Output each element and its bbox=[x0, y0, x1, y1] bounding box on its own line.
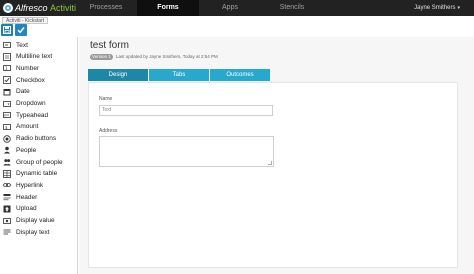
address-field-label: Address bbox=[99, 128, 118, 134]
palette-item-display-value[interactable]: Display value bbox=[3, 216, 55, 226]
address-textarea[interactable] bbox=[99, 136, 274, 167]
palette-item-dropdown[interactable]: Dropdown bbox=[3, 99, 46, 109]
palette-item-header[interactable]: Header bbox=[3, 192, 37, 202]
palette-item-hyperlink[interactable]: Hyperlink bbox=[3, 180, 43, 190]
save-button[interactable] bbox=[1, 24, 13, 36]
palette-item-date[interactable]: Date bbox=[3, 87, 30, 97]
resize-handle-icon[interactable] bbox=[268, 161, 272, 165]
app-logo[interactable]: Alfresco Activiti bbox=[3, 2, 76, 14]
table-icon bbox=[3, 169, 11, 178]
svg-text:$: $ bbox=[5, 125, 8, 130]
palette-item-label: Display text bbox=[16, 228, 50, 236]
palette-item-label: Header bbox=[16, 193, 38, 201]
palette-item-label: Display value bbox=[16, 217, 55, 224]
palette-item-display-text[interactable]: Display text bbox=[3, 227, 50, 237]
palette-item-label: Checkbox bbox=[16, 76, 45, 84]
nav-stencils[interactable]: Stencils bbox=[261, 0, 323, 16]
tab-tabs[interactable]: Tabs bbox=[149, 69, 209, 81]
group-icon bbox=[3, 158, 11, 166]
name-field-label: Name bbox=[99, 96, 113, 102]
palette-item-label: Upload bbox=[16, 205, 37, 213]
palette-item-label: Amount bbox=[16, 123, 39, 131]
editor-toolbar: Activiti - Kickstart bbox=[0, 16, 474, 37]
palette-item-amount[interactable]: $ Amount bbox=[3, 122, 38, 132]
palette-item-checkbox[interactable]: Checkbox bbox=[3, 75, 45, 85]
palette-item-label: Radio buttons bbox=[16, 135, 57, 143]
palette-sidebar: Text Multiline text 1 Number Checkbox Date Dro… bbox=[0, 37, 78, 274]
palette-item-typeahead[interactable]: Typeahead bbox=[3, 110, 48, 120]
validate-button[interactable] bbox=[15, 24, 27, 36]
nav-apps[interactable]: Apps bbox=[199, 0, 261, 16]
nav-processes[interactable]: Processes bbox=[75, 0, 137, 16]
main-nav: Processes Forms Apps Stencils bbox=[75, 0, 323, 16]
page-title: test form bbox=[90, 40, 129, 51]
display-text-icon bbox=[3, 228, 11, 236]
save-icon bbox=[3, 26, 11, 34]
tab-design[interactable]: Design bbox=[88, 69, 148, 81]
link-icon bbox=[3, 181, 11, 189]
radio-icon bbox=[3, 134, 11, 143]
dropdown-icon bbox=[3, 100, 11, 108]
nav-forms[interactable]: Forms bbox=[137, 0, 199, 16]
person-icon bbox=[3, 146, 11, 154]
logo-icon bbox=[3, 3, 13, 13]
palette-item-group-of-people[interactable]: Group of people bbox=[3, 157, 63, 167]
amount-icon: $ bbox=[3, 123, 11, 131]
display-value-icon bbox=[3, 217, 11, 225]
checkbox-icon bbox=[3, 76, 11, 84]
number-icon: 1 bbox=[3, 64, 11, 72]
palette-item-label: Dropdown bbox=[16, 100, 46, 107]
editor-tabs: Design Tabs Outcomes bbox=[88, 69, 271, 81]
breadcrumb[interactable]: Activiti - Kickstart bbox=[2, 17, 49, 24]
logo-text: Alfresco Activiti bbox=[15, 3, 77, 13]
text-field-icon bbox=[3, 41, 11, 49]
upload-icon bbox=[3, 205, 11, 213]
top-navigation-bar: Alfresco Activiti Processes Forms Apps S… bbox=[0, 0, 474, 16]
palette-item-label: People bbox=[16, 146, 37, 154]
last-updated-text: Last updated by Jayne Smithers, Today at… bbox=[116, 54, 218, 59]
check-icon bbox=[17, 27, 25, 34]
name-text-field[interactable]: Text bbox=[99, 105, 273, 116]
palette-item-multiline-text[interactable]: Multiline text bbox=[3, 52, 52, 62]
form-canvas[interactable]: Name Text Address bbox=[88, 82, 458, 268]
palette-item-label: Number bbox=[16, 64, 40, 72]
palette-item-label: Typeahead bbox=[16, 111, 49, 119]
svg-text:1: 1 bbox=[5, 66, 8, 71]
palette-item-text[interactable]: Text bbox=[3, 40, 28, 50]
palette-item-label: Text bbox=[16, 41, 28, 49]
palette-item-number[interactable]: 1 Number bbox=[3, 63, 39, 73]
form-editor: test form Version 1 Last updated by Jayn… bbox=[79, 37, 474, 274]
version-badge: Version 1 bbox=[90, 54, 113, 60]
user-name: Jayne Smithers bbox=[414, 5, 456, 11]
chevron-down-icon: ▾ bbox=[457, 5, 460, 11]
palette-item-radio-buttons[interactable]: Radio buttons bbox=[3, 134, 56, 144]
palette-item-label: Hyperlink bbox=[16, 181, 44, 189]
tab-outcomes[interactable]: Outcomes bbox=[210, 69, 270, 81]
palette-item-label: Group of people bbox=[16, 158, 63, 166]
header-icon bbox=[3, 193, 11, 201]
palette-item-upload[interactable]: Upload bbox=[3, 204, 37, 214]
palette-item-label: Multiline text bbox=[16, 53, 53, 61]
palette-item-people[interactable]: People bbox=[3, 145, 36, 155]
palette-item-dynamic-table[interactable]: Dynamic table bbox=[3, 169, 57, 179]
typeahead-icon bbox=[3, 111, 11, 119]
palette-item-label: Date bbox=[16, 88, 30, 96]
user-menu[interactable]: Jayne Smithers ▾ bbox=[414, 0, 460, 16]
palette-item-label: Dynamic table bbox=[16, 170, 58, 178]
multiline-text-icon bbox=[3, 52, 11, 61]
calendar-icon bbox=[3, 88, 11, 96]
